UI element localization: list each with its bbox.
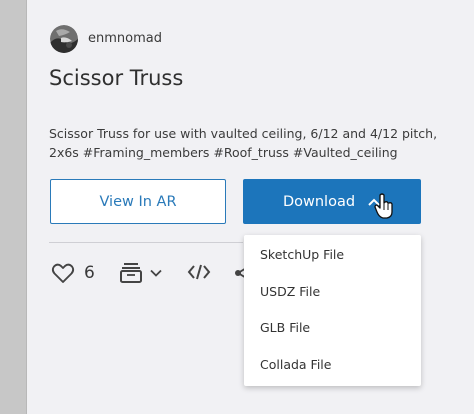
author-name[interactable]: enmnomad: [88, 31, 162, 47]
download-dropdown-menu: SketchUp File USDZ File GLB File Collada…: [244, 235, 421, 386]
heart-icon[interactable]: [51, 262, 75, 284]
menu-item-usdz-file[interactable]: USDZ File: [260, 284, 320, 300]
model-description: Scissor Truss for use with vaulted ceili…: [49, 126, 438, 160]
author-avatar[interactable]: [50, 25, 78, 53]
download-button[interactable]: Download: [243, 179, 421, 224]
embed-code-icon[interactable]: [187, 263, 211, 281]
menu-item-glb-file[interactable]: GLB File: [260, 320, 310, 336]
left-scroll-rail: [0, 0, 27, 414]
hand-cursor-icon: [374, 193, 393, 219]
model-title: Scissor Truss: [49, 66, 184, 90]
like-count: 6: [84, 263, 95, 283]
chevron-down-icon[interactable]: [150, 268, 162, 278]
view-in-ar-label: View In AR: [99, 193, 177, 210]
menu-item-collada-file[interactable]: Collada File: [260, 357, 331, 373]
avatar-photo-icon: [50, 25, 78, 53]
divider: [49, 242, 243, 243]
collection-icon[interactable]: [119, 260, 143, 284]
view-in-ar-button[interactable]: View In AR: [50, 179, 226, 224]
menu-item-sketchup-file[interactable]: SketchUp File: [260, 247, 344, 263]
download-label: Download: [282, 193, 356, 210]
